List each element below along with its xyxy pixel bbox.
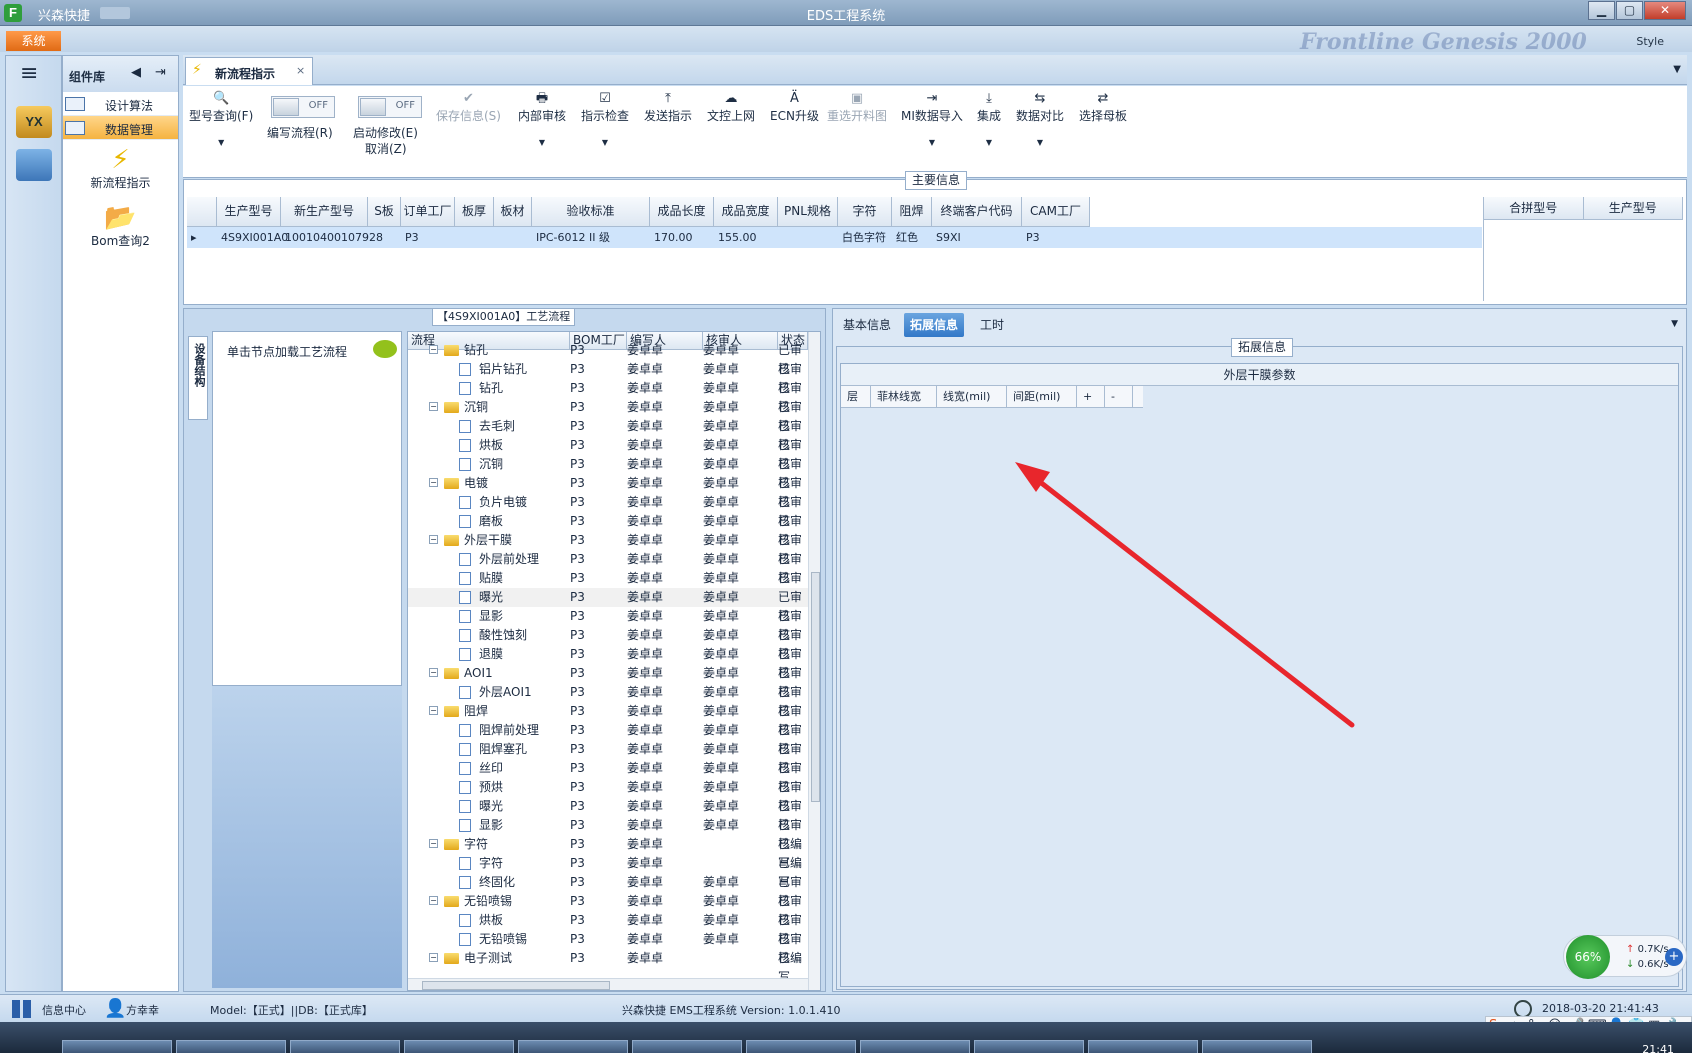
taskbar-app-button[interactable] <box>290 1040 400 1053</box>
version-info: 兴森快捷 EMS工程系统 Version: 1.0.1.410 <box>622 1004 841 1017</box>
arrow-up-icon: ↑ <box>1626 944 1635 955</box>
taskbar-app-button[interactable] <box>176 1040 286 1053</box>
taskbar-app-button[interactable] <box>518 1040 628 1053</box>
red-arrow-annotation <box>1015 462 1355 728</box>
taskbar-app-button[interactable] <box>746 1040 856 1053</box>
download-rate-value: 0.6K/s <box>1637 959 1669 970</box>
user-icon: 👤 <box>104 998 127 1019</box>
info-center-link[interactable]: 信息中心 <box>42 1002 86 1018</box>
network-monitor-widget[interactable]: 66% ↑ 0.7K/s ↓ 0.6K/s + <box>1563 935 1687 979</box>
upload-rate-value: 0.7K/s <box>1637 944 1669 955</box>
tray-clock[interactable]: 21:41 <box>1642 1043 1674 1053</box>
status-datetime: 2018-03-20 21:41:43 <box>1542 1002 1659 1015</box>
windows-taskbar: 21:41 <box>0 1022 1692 1053</box>
status-bar: 信息中心 👤 方幸幸 Model:【正式】||DB:【正式库】 兴森快捷 EMS… <box>0 994 1692 1022</box>
taskbar-app-button[interactable] <box>404 1040 514 1053</box>
arrow-down-icon: ↓ <box>1626 959 1635 970</box>
taskbar-app-button[interactable] <box>62 1040 172 1053</box>
taskbar-app-button[interactable] <box>860 1040 970 1053</box>
upload-rate: ↑ 0.7K/s <box>1626 944 1669 955</box>
taskbar-app-button[interactable] <box>1202 1040 1312 1053</box>
plus-icon[interactable]: + <box>1665 948 1683 966</box>
user-name: 方幸幸 <box>126 1004 159 1017</box>
model-db-status: Model:【正式】||DB:【正式库】 <box>210 1004 373 1017</box>
memory-gauge: 66% <box>1566 935 1610 979</box>
grid-icon[interactable] <box>12 1000 32 1018</box>
taskbar-app-button[interactable] <box>1088 1040 1198 1053</box>
taskbar-app-button[interactable] <box>974 1040 1084 1053</box>
taskbar-app-button[interactable] <box>632 1040 742 1053</box>
download-rate: ↓ 0.6K/s <box>1626 959 1669 970</box>
